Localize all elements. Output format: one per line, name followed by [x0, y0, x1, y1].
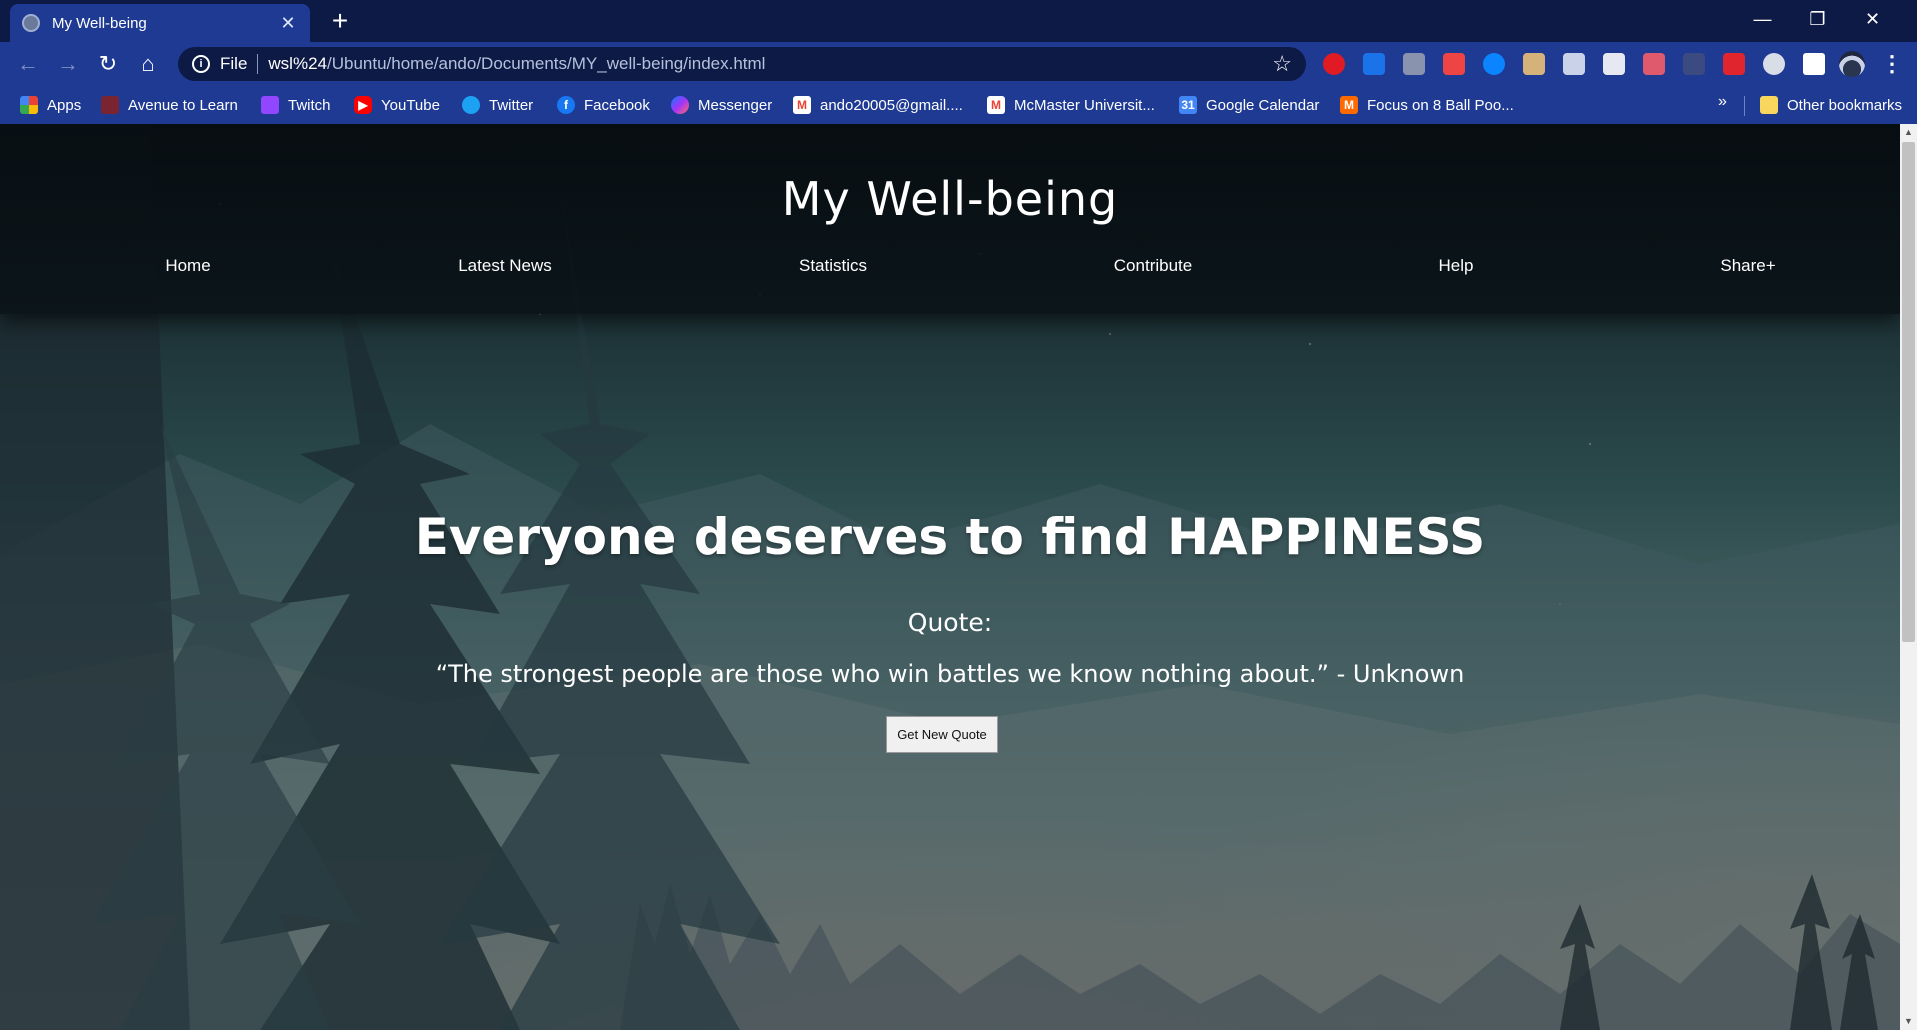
- site-header: My Well-being Home Latest News Statistic…: [0, 124, 1900, 314]
- bookmark-twitch[interactable]: Twitch: [261, 93, 331, 117]
- home-icon[interactable]: ⌂: [132, 48, 164, 80]
- address-bar[interactable]: i File wsl%24 /Ubuntu/home/ando/Document…: [178, 47, 1306, 81]
- facebook-icon: f: [557, 96, 575, 114]
- character-extension-icon[interactable]: [1523, 53, 1545, 75]
- profile-avatar[interactable]: [1839, 51, 1865, 77]
- scroll-up-arrow-icon[interactable]: ▲: [1900, 124, 1917, 141]
- url-host: wsl%24: [268, 54, 327, 73]
- bookmarks-bar: Apps Avenue to Learn Twitch ▶ YouTube Tw…: [0, 86, 1917, 124]
- adblock-extension-icon[interactable]: [1323, 53, 1345, 75]
- bookmark-apps[interactable]: Apps: [20, 93, 81, 117]
- messenger-icon: [671, 96, 689, 114]
- bookmark-label: YouTube: [381, 96, 440, 114]
- site-info-icon[interactable]: i: [192, 55, 210, 73]
- scroll-down-arrow-icon[interactable]: ▼: [1900, 1013, 1917, 1030]
- page-scrollbar[interactable]: ▲ ▼: [1900, 124, 1917, 1030]
- minimize-button[interactable]: —: [1735, 0, 1790, 38]
- hero-heading: Everyone deserves to find HAPPINESS: [414, 508, 1486, 566]
- scroll-thumb[interactable]: [1902, 142, 1915, 642]
- bookmark-label: Messenger: [698, 96, 773, 114]
- browser-toolbar: ← → ↻ ⌂ i File wsl%24 /Ubuntu/home/ando/…: [0, 42, 1917, 86]
- bookmark-label: Google Calendar: [1206, 96, 1320, 114]
- circle-extension-icon[interactable]: [1763, 53, 1785, 75]
- calendar-extension-icon[interactable]: [1443, 53, 1465, 75]
- reload-icon[interactable]: ↻: [92, 48, 124, 80]
- bookmark-facebook[interactable]: f Facebook: [557, 93, 650, 117]
- nav-help[interactable]: Help: [1439, 256, 1474, 276]
- globe-icon: [22, 14, 40, 32]
- restore-button[interactable]: ❐: [1790, 0, 1845, 38]
- help-extension-icon[interactable]: [1403, 53, 1425, 75]
- quote-text: “The strongest people are those who win …: [435, 660, 1465, 688]
- kebab-menu-icon[interactable]: ⋮: [1880, 48, 1904, 80]
- bookmark-label: ando20005@gmail....: [820, 96, 963, 114]
- url-path: /Ubuntu/home/ando/Documents/MY_well-bein…: [327, 54, 766, 73]
- nav-contribute[interactable]: Contribute: [1114, 256, 1192, 276]
- nav-home[interactable]: Home: [165, 256, 210, 276]
- bookmark-label: Twitch: [288, 96, 331, 114]
- apps-grid-icon: [20, 96, 38, 114]
- bookmark-avenue-to-learn[interactable]: Avenue to Learn: [101, 93, 238, 117]
- nav-latest-news[interactable]: Latest News: [458, 256, 552, 276]
- gmail-icon: M: [793, 96, 811, 114]
- bookmark-label: Facebook: [584, 96, 650, 114]
- reader-extension-icon[interactable]: [1643, 53, 1665, 75]
- twitter-icon: [462, 96, 480, 114]
- bing-extension-icon[interactable]: [1483, 53, 1505, 75]
- site-title: My Well-being: [781, 172, 1119, 226]
- folder-icon: [1760, 96, 1778, 114]
- get-new-quote-button[interactable]: Get New Quote: [886, 716, 998, 753]
- miniclip-icon: M: [1340, 96, 1358, 114]
- puzzle-extensions-icon[interactable]: [1803, 53, 1825, 75]
- bookmark-label: McMaster Universit...: [1014, 96, 1155, 114]
- other-bookmarks-label: Other bookmarks: [1787, 96, 1903, 114]
- bookmark-label: Apps: [47, 96, 82, 114]
- avenue-icon: [101, 96, 119, 114]
- page-viewport: My Well-being Home Latest News Statistic…: [0, 124, 1900, 1030]
- youtube-icon: ▶: [354, 96, 372, 114]
- bookmarks-overflow-chevron[interactable]: »: [1718, 93, 1727, 111]
- bookmark-label: Twitter: [489, 96, 534, 114]
- bookmark-8-ball-pool[interactable]: M Focus on 8 Ball Poo...: [1340, 93, 1514, 117]
- mendeley-extension-icon[interactable]: [1723, 53, 1745, 75]
- bookmark-star-icon[interactable]: ☆: [1272, 51, 1292, 77]
- tab-strip: My Well-being ✕ + — ❐ ✕: [0, 0, 1917, 42]
- back-icon[interactable]: ←: [12, 48, 44, 80]
- bookmark-gmail-personal[interactable]: M ando20005@gmail....: [793, 93, 963, 117]
- bookmark-youtube[interactable]: ▶ YouTube: [354, 93, 440, 117]
- active-tab[interactable]: My Well-being ✕: [10, 4, 310, 42]
- bookmark-google-calendar[interactable]: 31 Google Calendar: [1179, 93, 1319, 117]
- url-separator: [257, 54, 259, 74]
- close-tab-icon[interactable]: ✕: [278, 13, 298, 34]
- bookmark-label: Focus on 8 Ball Poo...: [1367, 96, 1514, 114]
- nav-statistics[interactable]: Statistics: [799, 256, 867, 276]
- bookmarks-divider: [1744, 96, 1745, 116]
- tab-title: My Well-being: [52, 14, 147, 32]
- quote-label: Quote:: [907, 608, 993, 637]
- s-extension-icon[interactable]: [1363, 53, 1385, 75]
- bookmark-label: Avenue to Learn: [128, 96, 238, 114]
- twitch-icon: [261, 96, 279, 114]
- url-scheme-label: File: [220, 54, 248, 73]
- close-window-button[interactable]: ✕: [1845, 0, 1900, 38]
- gmail-icon: M: [987, 96, 1005, 114]
- other-bookmarks-folder[interactable]: Other bookmarks: [1760, 93, 1902, 117]
- bookmark-messenger[interactable]: Messenger: [671, 93, 772, 117]
- translate-extension-icon[interactable]: [1563, 53, 1585, 75]
- bookmark-gmail-mcmaster[interactable]: M McMaster Universit...: [987, 93, 1155, 117]
- forward-icon[interactable]: →: [52, 48, 84, 80]
- new-tab-button[interactable]: +: [323, 4, 357, 38]
- m-extension-icon[interactable]: [1683, 53, 1705, 75]
- window-extension-icon[interactable]: [1603, 53, 1625, 75]
- calendar-icon: 31: [1179, 96, 1197, 114]
- bookmark-twitter[interactable]: Twitter: [462, 93, 533, 117]
- nav-share[interactable]: Share+: [1720, 256, 1775, 276]
